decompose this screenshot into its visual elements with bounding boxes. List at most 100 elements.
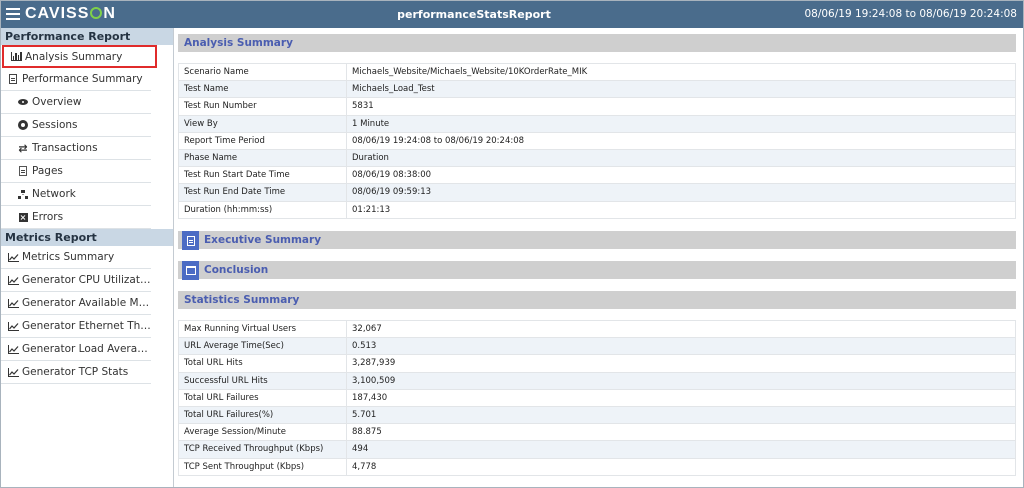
sidebar-item-generator-tcp-stats[interactable]: Generator TCP Stats <box>1 361 151 384</box>
row-key: Total URL Failures(%) <box>178 405 347 425</box>
line-chart-icon <box>7 274 19 286</box>
table-row: URL Average Time(Sec) 0.513 <box>178 337 1016 356</box>
sidebar-item-label: Overview <box>32 96 82 108</box>
life-ring-icon <box>17 119 29 131</box>
row-key: Scenario Name <box>178 62 347 82</box>
section-performance-report: Performance Report <box>1 28 173 45</box>
row-key: Total URL Hits <box>178 354 347 373</box>
row-value: 1 Minute <box>346 114 1016 133</box>
row-key: Report Time Period <box>178 131 347 150</box>
sidebar-item-label: Errors <box>32 211 64 223</box>
row-key: Test Run Start Date Time <box>178 166 347 185</box>
sidebar-item-performance-summary[interactable]: Performance Summary <box>1 68 151 91</box>
sidebar-item-label: Transactions <box>32 142 98 154</box>
cavisson-logo: CAVISS N <box>25 5 116 22</box>
row-value: 01:21:13 <box>346 200 1016 219</box>
sidebar-item-label: Pages <box>32 165 63 177</box>
analysis-summary-table: Scenario Name Michaels_Website/Michaels_W… <box>178 62 1016 219</box>
sidebar-item-label: Generator Available Me... <box>22 297 151 309</box>
table-row: Max Running Virtual Users 32,067 <box>178 319 1016 339</box>
row-value: 08/06/19 08:38:00 <box>346 166 1016 185</box>
sidebar-item-generator-cpu[interactable]: Generator CPU Utilizati... <box>1 269 151 292</box>
table-row: Average Session/Minute 88.875 <box>178 423 1016 442</box>
sidebar-item-label: Sessions <box>32 119 78 131</box>
section-metrics-report: Metrics Report <box>1 229 173 246</box>
executive-summary-title: Executive Summary <box>204 234 322 246</box>
file-icon <box>182 231 199 250</box>
row-key: URL Average Time(Sec) <box>178 337 347 356</box>
table-row: Total URL Failures(%) 5.701 <box>178 405 1016 425</box>
line-chart-icon <box>7 320 19 332</box>
sidebar-item-label: Generator CPU Utilizati... <box>22 274 151 286</box>
report-period: 08/06/19 19:24:08 to 08/06/19 20:24:08 <box>804 8 1017 20</box>
report-title: performanceStatsReport <box>397 8 551 21</box>
table-row: Duration (hh:mm:ss) 01:21:13 <box>178 200 1016 219</box>
row-key: Test Run Number <box>178 97 347 116</box>
sidebar-item-pages[interactable]: Pages <box>1 160 151 183</box>
sidebar-item-label: Metrics Summary <box>22 251 115 263</box>
table-row: TCP Sent Throughput (Kbps) 4,778 <box>178 457 1016 476</box>
table-row: Test Run Start Date Time 08/06/19 08:38:0… <box>178 166 1016 185</box>
sidebar-item-label: Generator Ethernet Thr... <box>22 320 151 332</box>
sidebar-item-errors[interactable]: × Errors <box>1 206 151 229</box>
page-icon <box>17 165 29 177</box>
row-value: 3,287,939 <box>346 354 1016 373</box>
line-chart-icon <box>7 251 19 263</box>
sidebar-item-sessions[interactable]: Sessions <box>1 114 151 137</box>
table-row: Successful URL Hits 3,100,509 <box>178 371 1016 390</box>
row-key: TCP Received Throughput (Kbps) <box>178 440 347 459</box>
row-key: Test Run End Date Time <box>178 183 347 202</box>
row-key: TCP Sent Throughput (Kbps) <box>178 457 347 476</box>
sidebar-item-label: Generator Load Averag... <box>22 343 151 355</box>
logo-o-mark <box>90 7 103 19</box>
calendar-check-icon <box>182 261 199 280</box>
conclusion-header[interactable]: Conclusion <box>178 261 1016 280</box>
row-key: Average Session/Minute <box>178 423 347 442</box>
row-value: Michaels_Website/Michaels_Website/10KOrd… <box>346 62 1016 82</box>
executive-summary-header[interactable]: Executive Summary <box>178 231 1016 250</box>
sidebar-item-analysis-summary[interactable]: Analysis Summary <box>2 45 157 68</box>
row-value: 08/06/19 09:59:13 <box>346 183 1016 202</box>
row-value: 88.875 <box>346 423 1016 442</box>
sidebar-item-generator-memory[interactable]: Generator Available Me... <box>1 292 151 315</box>
row-value: 494 <box>346 440 1016 459</box>
line-chart-icon <box>7 297 19 309</box>
row-value: 0.513 <box>346 337 1016 356</box>
row-value: 187,430 <box>346 388 1016 407</box>
table-row: Total URL Failures 187,430 <box>178 388 1016 407</box>
sitemap-icon <box>17 188 29 200</box>
row-key: Max Running Virtual Users <box>178 319 347 339</box>
report-content: Analysis Summary Scenario Name Michaels_W… <box>175 28 1023 487</box>
table-row: Test Run Number 5831 <box>178 97 1016 116</box>
eye-icon <box>17 96 29 108</box>
row-key: View By <box>178 114 347 133</box>
hamburger-menu-icon[interactable] <box>6 8 20 20</box>
table-row: Total URL Hits 3,287,939 <box>178 354 1016 373</box>
table-row: Report Time Period 08/06/19 19:24:08 to 0… <box>178 131 1016 150</box>
sidebar-item-generator-load-average[interactable]: Generator Load Averag... <box>1 338 151 361</box>
table-row: Phase Name Duration <box>178 148 1016 168</box>
exchange-icon: ⇄ <box>18 141 28 155</box>
row-value: 3,100,509 <box>346 371 1016 390</box>
top-bar: CAVISS N performanceStatsReport 08/06/19 … <box>1 1 1023 28</box>
row-key: Test Name <box>178 80 347 99</box>
statistics-summary-header: Statistics Summary <box>178 291 1016 309</box>
conclusion-title: Conclusion <box>204 264 269 276</box>
sidebar-item-overview[interactable]: Overview <box>1 91 151 114</box>
row-key: Phase Name <box>178 148 347 168</box>
row-value: 32,067 <box>346 319 1016 339</box>
line-chart-icon <box>7 343 19 355</box>
statistics-summary-table: Max Running Virtual Users 32,067 URL Avera… <box>178 319 1016 476</box>
sidebar-item-transactions[interactable]: ⇄ Transactions <box>1 137 151 160</box>
sidebar-item-network[interactable]: Network <box>1 183 151 206</box>
table-row: TCP Received Throughput (Kbps) 494 <box>178 440 1016 459</box>
row-key: Duration (hh:mm:ss) <box>178 200 347 219</box>
document-icon <box>7 73 19 85</box>
row-value: 5831 <box>346 97 1016 116</box>
sidebar: Performance Report Analysis Summary Perf… <box>1 28 174 487</box>
sidebar-item-metrics-summary[interactable]: Metrics Summary <box>1 246 151 269</box>
sidebar-item-label: Performance Summary <box>22 73 143 85</box>
sidebar-item-generator-ethernet[interactable]: Generator Ethernet Thr... <box>1 315 151 338</box>
sidebar-item-label: Generator TCP Stats <box>22 366 129 378</box>
bar-chart-icon <box>10 51 22 63</box>
